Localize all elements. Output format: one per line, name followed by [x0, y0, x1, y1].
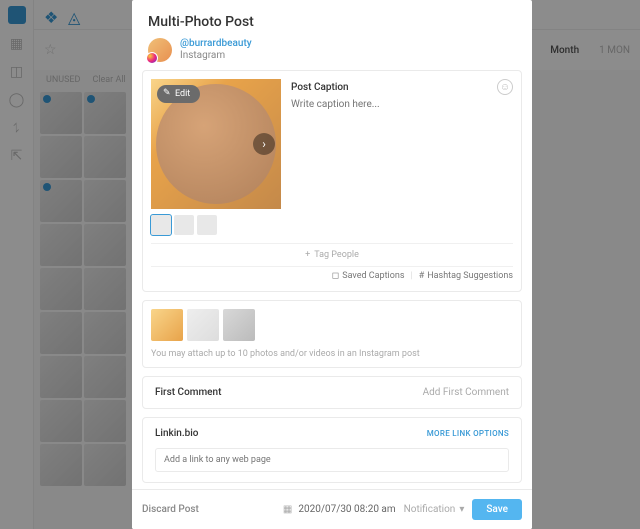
close-icon[interactable]: ✕: [515, 6, 532, 30]
modal-body[interactable]: Edit › Post Caption ☺: [132, 70, 532, 489]
hashtag-suggestions-link[interactable]: #Hashtag Suggestions: [419, 271, 513, 281]
schedule-datetime-picker[interactable]: ▦ 2020/07/30 08:20 am: [283, 504, 396, 515]
media-thumb-strip: [151, 215, 281, 235]
queue-hint-text: You may attach up to 10 photos and/or vi…: [151, 349, 513, 359]
hashtag-icon: #: [419, 271, 425, 281]
linkinbio-card: Linkin.bio MORE LINK OPTIONS: [142, 417, 522, 483]
account-row[interactable]: @burrardbeauty Instagram: [148, 38, 516, 62]
first-comment-card: First Comment Add First Comment: [142, 376, 522, 409]
media-caption-card: Edit › Post Caption ☺: [142, 70, 522, 292]
caption-input[interactable]: [291, 99, 513, 139]
linkinbio-url-input[interactable]: [155, 448, 509, 472]
account-platform: Instagram: [180, 50, 252, 62]
post-editor-modal: Multi-Photo Post @burrardbeauty Instagra…: [132, 0, 532, 529]
more-link-options-button[interactable]: MORE LINK OPTIONS: [427, 429, 509, 438]
queue-thumb[interactable]: [151, 309, 183, 341]
emoji-picker-icon[interactable]: ☺: [497, 79, 513, 95]
media-thumb-small[interactable]: [151, 215, 171, 235]
save-button[interactable]: Save: [472, 499, 522, 520]
media-preview[interactable]: Edit ›: [151, 79, 281, 209]
first-comment-label: First Comment: [155, 387, 221, 398]
add-first-comment-button[interactable]: Add First Comment: [423, 387, 509, 398]
carousel-next-icon[interactable]: ›: [253, 133, 275, 155]
caption-title: Post Caption: [291, 82, 349, 93]
media-thumb-small[interactable]: [197, 215, 217, 235]
media-thumb-small[interactable]: [174, 215, 194, 235]
queue-thumb[interactable]: [223, 309, 255, 341]
modal-footer: Discard Post ▦ 2020/07/30 08:20 am Notif…: [132, 489, 532, 529]
saved-captions-link[interactable]: ◻Saved Captions: [332, 271, 405, 281]
edit-media-button[interactable]: Edit: [157, 85, 200, 103]
queue-thumb[interactable]: [187, 309, 219, 341]
modal-header: Multi-Photo Post @burrardbeauty Instagra…: [132, 0, 532, 70]
media-queue-card: You may attach up to 10 photos and/or vi…: [142, 300, 522, 368]
modal-title: Multi-Photo Post: [148, 14, 516, 30]
bookmark-icon: ◻: [332, 271, 339, 281]
discard-post-button[interactable]: Discard Post: [142, 504, 199, 515]
schedule-datetime-value: 2020/07/30 08:20 am: [298, 504, 395, 515]
chevron-down-icon: ▾: [459, 504, 464, 515]
instagram-badge-icon: [146, 52, 158, 64]
tag-people-button[interactable]: Tag People: [151, 243, 513, 266]
notification-dropdown[interactable]: Notification ▾: [404, 504, 465, 515]
account-avatar: [148, 38, 172, 62]
account-handle: @burrardbeauty: [180, 38, 252, 50]
linkinbio-label: Linkin.bio: [155, 428, 198, 439]
calendar-icon: ▦: [283, 504, 292, 515]
